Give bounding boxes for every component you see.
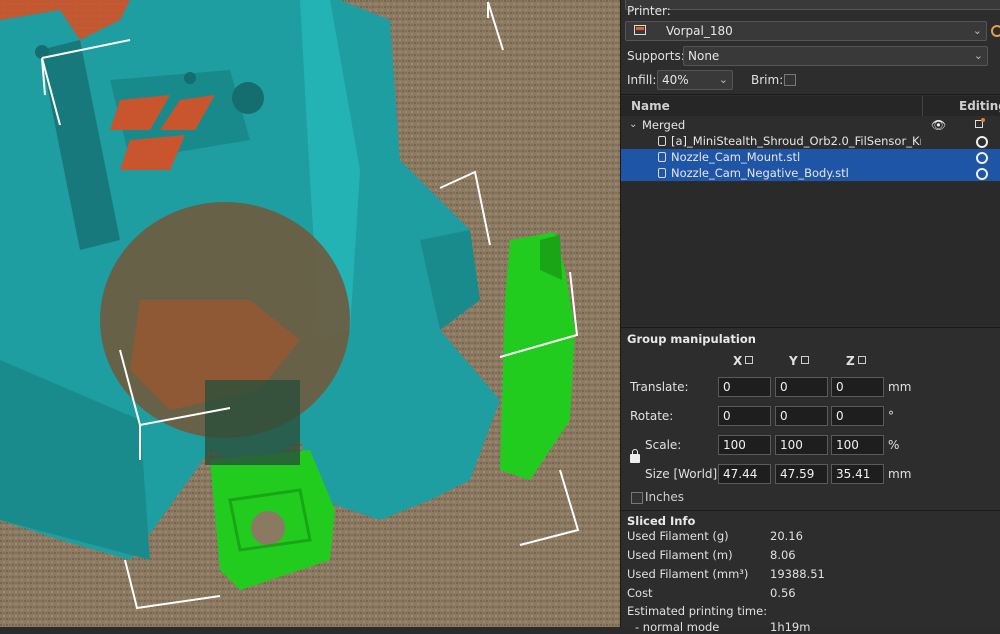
object-list-empty-area[interactable] — [621, 182, 1000, 325]
scale-x-field[interactable]: 100 — [718, 435, 771, 455]
printer-settings-gear-icon[interactable] — [991, 25, 1000, 37]
object-group-merged[interactable]: ⌄ Merged 👁 — [621, 117, 1000, 133]
name-column-header[interactable]: Name — [631, 99, 670, 113]
object-row[interactable]: Nozzle_Cam_Negative_Body.stl — [621, 165, 1000, 181]
object-row[interactable]: Nozzle_Cam_Mount.stl — [621, 149, 1000, 165]
object-settings-gear-icon[interactable] — [976, 168, 988, 180]
info-key: Used Filament (g) — [627, 529, 729, 543]
size-label: Size [World]: — [645, 467, 722, 481]
sidebar-panel: Printer: Vorpal_180 ⌄ Supports: None ⌄ I… — [620, 0, 1000, 634]
object-icon — [658, 136, 666, 146]
scale-y-field[interactable]: 100 — [775, 435, 828, 455]
normal-mode-value: 1h19m — [770, 620, 811, 634]
translate-label: Translate: — [630, 380, 689, 394]
info-key: Cost — [627, 586, 653, 600]
object-label: [a]_MiniStealth_Shroud_Orb2.0_FilSensor_… — [671, 134, 921, 148]
object-settings-gear-icon[interactable] — [976, 152, 988, 164]
rotate-unit: ° — [888, 409, 894, 423]
scale-label: Scale: — [645, 438, 682, 452]
size-z-field[interactable]: 35.41 — [831, 464, 884, 484]
info-value: 8.06 — [770, 548, 796, 562]
inches-label: Inches — [645, 490, 684, 504]
eye-icon[interactable]: 👁 — [931, 117, 946, 133]
supports-label: Supports: — [627, 49, 685, 63]
preset-combo-top[interactable] — [625, 0, 1000, 10]
info-key: Used Filament (mm³) — [627, 567, 749, 581]
object-label: Nozzle_Cam_Negative_Body.stl — [671, 166, 849, 180]
axis-x-label: X — [733, 354, 743, 368]
axis-y-label: Y — [789, 354, 798, 368]
group-label: Merged — [642, 118, 686, 132]
scene-canvas[interactable] — [0, 0, 620, 627]
rotate-z-field[interactable]: 0 — [831, 406, 884, 426]
brim-label: Brim: — [751, 73, 784, 87]
axis-z-label: Z — [846, 354, 855, 368]
size-x-field[interactable]: 47.44 — [718, 464, 771, 484]
axis-x-icon[interactable] — [745, 356, 753, 364]
chevron-down-icon: ⌄ — [972, 24, 982, 37]
divider — [621, 510, 1000, 511]
size-y-field[interactable]: 47.59 — [775, 464, 828, 484]
axis-z-icon[interactable] — [858, 356, 866, 364]
object-icon — [658, 168, 666, 178]
lock-icon[interactable] — [630, 449, 640, 463]
translate-x-field[interactable]: 0 — [718, 377, 771, 397]
printer-value: Vorpal_180 — [666, 24, 733, 38]
object-row[interactable]: [a]_MiniStealth_Shroud_Orb2.0_FilSensor_… — [621, 133, 1000, 149]
info-key: Used Filament (m) — [627, 548, 733, 562]
infill-label: Infill: — [627, 73, 657, 87]
scale-unit: % — [888, 438, 900, 452]
printer-select[interactable]: Vorpal_180 ⌄ — [625, 21, 987, 41]
object-icon — [658, 152, 666, 162]
object-settings-gear-icon[interactable] — [976, 136, 988, 148]
info-value: 19388.51 — [770, 567, 825, 581]
chevron-down-icon[interactable]: ⌄ — [629, 117, 637, 133]
supports-select[interactable]: None ⌄ — [683, 46, 988, 66]
supports-value: None — [688, 49, 720, 63]
divider — [621, 94, 1000, 95]
infill-value: 40% — [662, 73, 689, 87]
infill-select[interactable]: 40% ⌄ — [657, 70, 733, 90]
translate-z-field[interactable]: 0 — [831, 377, 884, 397]
translate-unit: mm — [888, 380, 912, 394]
edit-icon[interactable] — [975, 118, 985, 128]
brim-checkbox[interactable] — [784, 74, 796, 86]
sliced-info-title: Sliced Info — [627, 514, 696, 528]
object-list-header: Name Editing — [621, 96, 1000, 116]
info-value: 0.56 — [770, 586, 796, 600]
rotate-x-field[interactable]: 0 — [718, 406, 771, 426]
rotate-y-field[interactable]: 0 — [775, 406, 828, 426]
normal-mode-label: - normal mode — [635, 620, 720, 634]
inches-checkbox[interactable] — [631, 492, 643, 504]
3d-viewport[interactable] — [0, 0, 620, 627]
rotate-label: Rotate: — [630, 409, 674, 423]
estimated-time-label: Estimated printing time: — [627, 604, 768, 618]
divider — [621, 327, 1000, 328]
translate-y-field[interactable]: 0 — [775, 377, 828, 397]
printer-label: Printer: — [627, 4, 671, 18]
size-unit: mm — [888, 467, 912, 481]
group-manipulation-title: Group manipulation — [627, 332, 756, 346]
printer-icon — [634, 25, 646, 35]
editing-column-header[interactable]: Editing — [959, 99, 1000, 113]
chevron-down-icon: ⌄ — [718, 73, 728, 86]
chevron-down-icon: ⌄ — [973, 49, 983, 62]
info-value: 20.16 — [770, 529, 803, 543]
object-label: Nozzle_Cam_Mount.stl — [671, 150, 801, 164]
scale-z-field[interactable]: 100 — [831, 435, 884, 455]
axis-y-icon[interactable] — [801, 356, 809, 364]
